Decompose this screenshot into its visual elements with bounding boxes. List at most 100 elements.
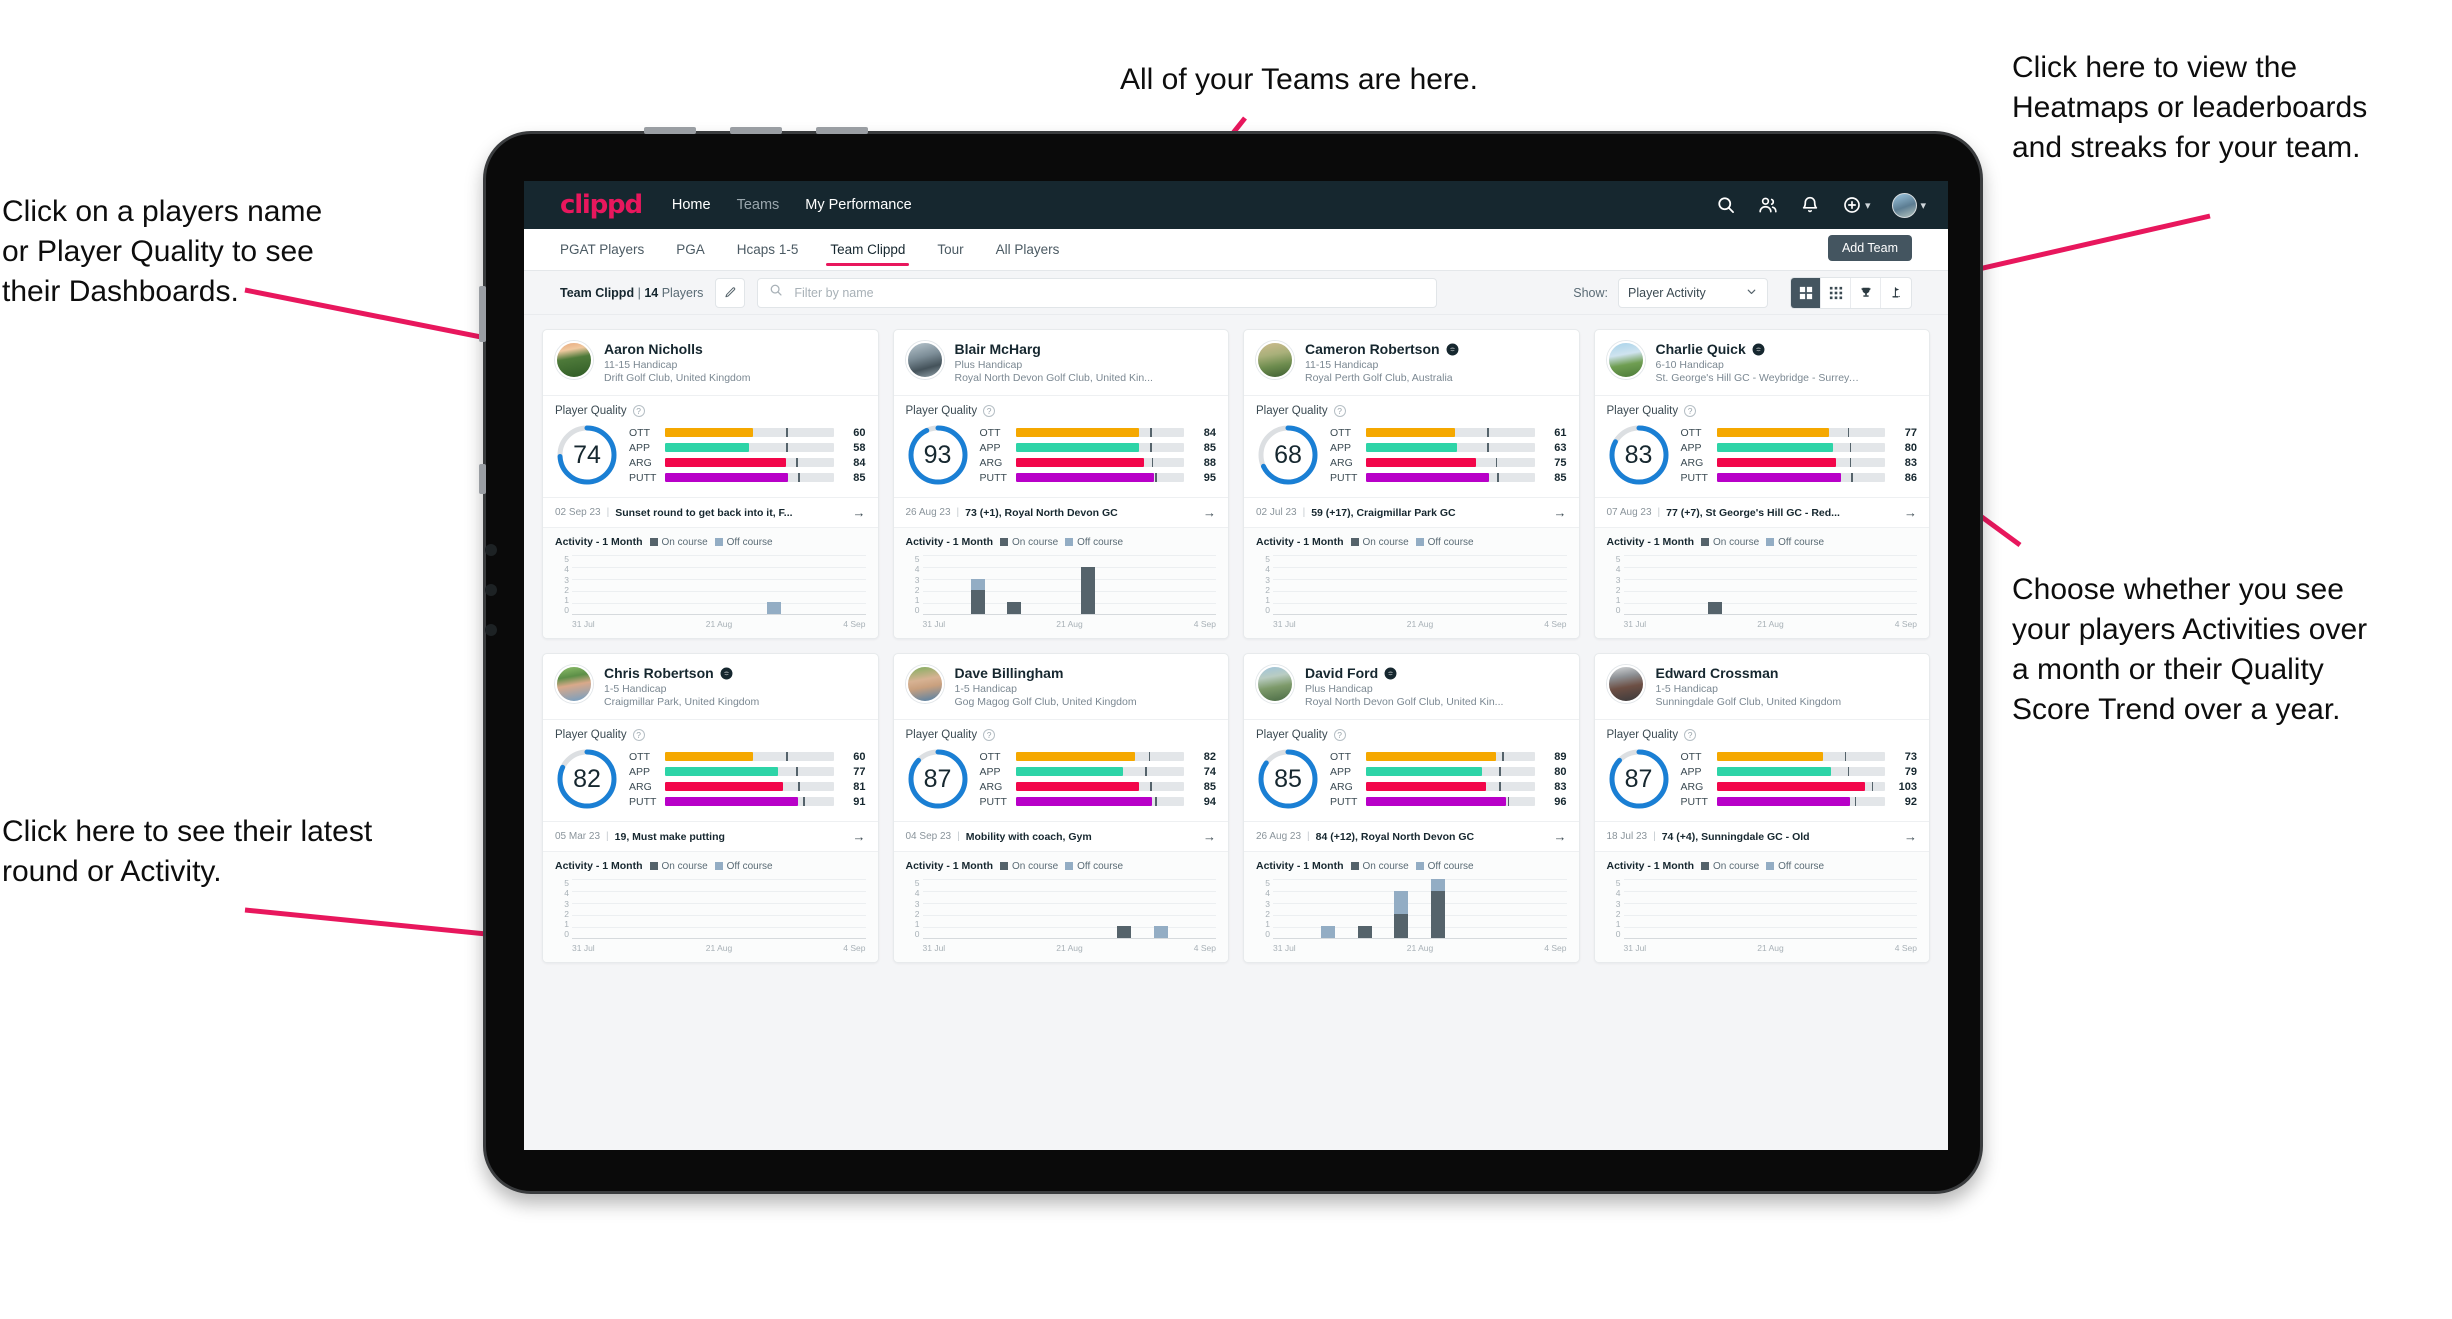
player-avatar[interactable]	[555, 665, 593, 703]
help-icon[interactable]: ?	[632, 405, 645, 417]
tab-tour[interactable]: Tour	[937, 229, 963, 270]
add-team-button[interactable]: Add Team	[1827, 235, 1912, 261]
player-card[interactable]: David Ford Plus Handicap Royal North Dev…	[1243, 653, 1580, 963]
player-card[interactable]: Charlie Quick 6-10 Handicap St. George's…	[1593, 329, 1930, 639]
plus-circle-menu[interactable]: ▾	[1842, 195, 1871, 215]
player-name[interactable]: Edward Crossman	[1656, 665, 1779, 681]
plus-circle-icon[interactable]	[1842, 195, 1862, 215]
player-card[interactable]: Dave Billingham 1-5 Handicap Gog Magog G…	[892, 653, 1229, 963]
player-name[interactable]: Aaron Nicholls	[604, 341, 703, 357]
arrow-right-icon[interactable]: →	[1203, 829, 1216, 844]
chevron-down-icon[interactable]: ▾	[1865, 199, 1871, 212]
help-icon[interactable]: ?	[632, 729, 645, 741]
player-card[interactable]: Blair McHarg Plus Handicap Royal North D…	[892, 329, 1229, 639]
arrow-right-icon[interactable]: →	[1203, 505, 1216, 520]
latest-round-row[interactable]: 02 Sep 23 | Sunset round to get back int…	[543, 497, 878, 527]
player-card-header[interactable]: Cameron Robertson 11-15 Handicap Royal P…	[1244, 330, 1579, 395]
player-name[interactable]: Blair McHarg	[955, 341, 1041, 357]
player-quality-section[interactable]: Player Quality ? 74 OTT 60 APP 58 ARG 84…	[543, 396, 878, 497]
arrow-right-icon[interactable]: →	[1554, 829, 1567, 844]
player-quality-section[interactable]: Player Quality ? 83 OTT 77 APP 80 ARG 83…	[1595, 396, 1930, 497]
player-name[interactable]: Charlie Quick	[1656, 341, 1746, 357]
user-menu[interactable]: ▾	[1892, 192, 1926, 218]
latest-round-row[interactable]: 04 Sep 23 | Mobility with coach, Gym →	[893, 821, 1228, 851]
nav-link-my-performance[interactable]: My Performance	[805, 197, 911, 213]
player-card-header[interactable]: Charlie Quick 6-10 Handicap St. George's…	[1595, 330, 1930, 395]
quality-score-gauge[interactable]: 93	[906, 423, 970, 487]
player-card[interactable]: Chris Robertson 1-5 Handicap Craigmillar…	[542, 653, 879, 963]
player-avatar[interactable]	[555, 341, 593, 379]
quality-score-gauge[interactable]: 83	[1607, 423, 1671, 487]
quality-score-gauge[interactable]: 87	[1607, 747, 1671, 811]
player-avatar[interactable]	[1256, 341, 1294, 379]
show-select[interactable]: Player Activity	[1618, 277, 1768, 308]
player-card[interactable]: Cameron Robertson 11-15 Handicap Royal P…	[1243, 329, 1580, 639]
arrow-right-icon[interactable]: →	[853, 829, 866, 844]
player-card-header[interactable]: Blair McHarg Plus Handicap Royal North D…	[894, 330, 1229, 395]
player-card[interactable]: Edward Crossman 1-5 Handicap Sunningdale…	[1593, 653, 1930, 963]
quality-score-gauge[interactable]: 82	[555, 747, 619, 811]
trophy-icon[interactable]	[1851, 277, 1881, 308]
arrow-right-icon[interactable]: →	[853, 505, 866, 520]
people-icon[interactable]	[1758, 195, 1778, 215]
player-quality-section[interactable]: Player Quality ? 87 OTT 82 APP 74 ARG 85…	[894, 720, 1229, 821]
player-name[interactable]: Cameron Robertson	[1305, 341, 1440, 357]
player-avatar[interactable]	[905, 665, 944, 703]
latest-round-row[interactable]: 07 Aug 23 | 77 (+7), St George's Hill GC…	[1594, 497, 1929, 527]
grid-large-icon[interactable]	[1791, 277, 1821, 308]
tab-pga[interactable]: PGA	[676, 229, 705, 270]
player-card-header[interactable]: Dave Billingham 1-5 Handicap Gog Magog G…	[894, 654, 1229, 719]
quality-score-gauge[interactable]: 68	[1256, 423, 1320, 487]
help-icon[interactable]: ?	[1684, 405, 1697, 417]
quality-score-gauge[interactable]: 85	[1256, 747, 1320, 811]
clippd-logo[interactable]: clippd	[560, 190, 643, 220]
player-quality-section[interactable]: Player Quality ? 68 OTT 61 APP 63 ARG 75…	[1244, 396, 1579, 497]
help-icon[interactable]: ?	[983, 405, 996, 417]
player-quality-section[interactable]: Player Quality ? 82 OTT 60 APP 77 ARG 81…	[543, 720, 878, 821]
quality-score-gauge[interactable]: 74	[555, 423, 619, 487]
arrow-right-icon[interactable]: →	[1554, 505, 1567, 520]
latest-round-row[interactable]: 05 Mar 23 | 19, Must make putting →	[543, 821, 878, 851]
grid-small-icon[interactable]	[1821, 277, 1851, 308]
player-quality-section[interactable]: Player Quality ? 87 OTT 73 APP 79 ARG 10…	[1595, 720, 1930, 821]
search-icon[interactable]	[1716, 195, 1736, 215]
player-avatar[interactable]	[1606, 665, 1645, 703]
player-name[interactable]: Dave Billingham	[955, 665, 1064, 681]
help-icon[interactable]: ?	[1333, 405, 1346, 417]
help-icon[interactable]: ?	[1333, 729, 1346, 741]
help-icon[interactable]: ?	[983, 729, 996, 741]
player-name[interactable]: David Ford	[1305, 665, 1378, 681]
help-icon[interactable]: ?	[1684, 729, 1697, 741]
latest-round-row[interactable]: 02 Jul 23 | 59 (+17), Craigmillar Park G…	[1244, 497, 1579, 527]
tab-all-players[interactable]: All Players	[996, 229, 1060, 270]
player-name[interactable]: Chris Robertson	[604, 665, 714, 681]
player-quality-section[interactable]: Player Quality ? 93 OTT 84 APP 85 ARG 88…	[894, 396, 1229, 497]
tab-hcaps-1-5[interactable]: Hcaps 1-5	[737, 229, 799, 270]
player-avatar[interactable]	[1606, 341, 1645, 379]
player-avatar[interactable]	[905, 341, 944, 379]
chevron-down-icon[interactable]: ▾	[1920, 199, 1926, 212]
nav-link-teams[interactable]: Teams	[737, 197, 780, 213]
tab-pgat-players[interactable]: PGAT Players	[560, 229, 644, 270]
latest-round-row[interactable]: 18 Jul 23 | 74 (+4), Sunningdale GC - Ol…	[1594, 821, 1929, 851]
quality-score-gauge[interactable]: 87	[906, 747, 970, 811]
nav-link-home[interactable]: Home	[672, 197, 711, 213]
player-card-header[interactable]: Chris Robertson 1-5 Handicap Craigmillar…	[543, 654, 878, 719]
player-card-header[interactable]: David Ford Plus Handicap Royal North Dev…	[1244, 654, 1579, 719]
bell-icon[interactable]	[1800, 195, 1820, 215]
arrow-right-icon[interactable]: →	[1904, 505, 1917, 520]
player-card-header[interactable]: Edward Crossman 1-5 Handicap Sunningdale…	[1595, 654, 1930, 719]
search-field-wrapper[interactable]	[757, 277, 1438, 308]
arrow-right-icon[interactable]: →	[1904, 829, 1917, 844]
latest-round-row[interactable]: 26 Aug 23 | 73 (+1), Royal North Devon G…	[893, 497, 1228, 527]
latest-round-row[interactable]: 26 Aug 23 | 84 (+12), Royal North Devon …	[1244, 821, 1579, 851]
flag-icon[interactable]	[1881, 278, 1911, 308]
pencil-icon[interactable]	[715, 277, 746, 308]
player-card-header[interactable]: Aaron Nicholls 11-15 Handicap Drift Golf…	[543, 330, 878, 395]
player-card[interactable]: Aaron Nicholls 11-15 Handicap Drift Golf…	[542, 329, 879, 639]
tab-team-clippd[interactable]: Team Clippd	[826, 229, 910, 270]
player-avatar[interactable]	[1256, 665, 1294, 703]
player-quality-section[interactable]: Player Quality ? 85 OTT 89 APP 80 ARG 83…	[1244, 720, 1579, 821]
search-input[interactable]	[792, 284, 1426, 301]
avatar[interactable]	[1892, 192, 1918, 218]
